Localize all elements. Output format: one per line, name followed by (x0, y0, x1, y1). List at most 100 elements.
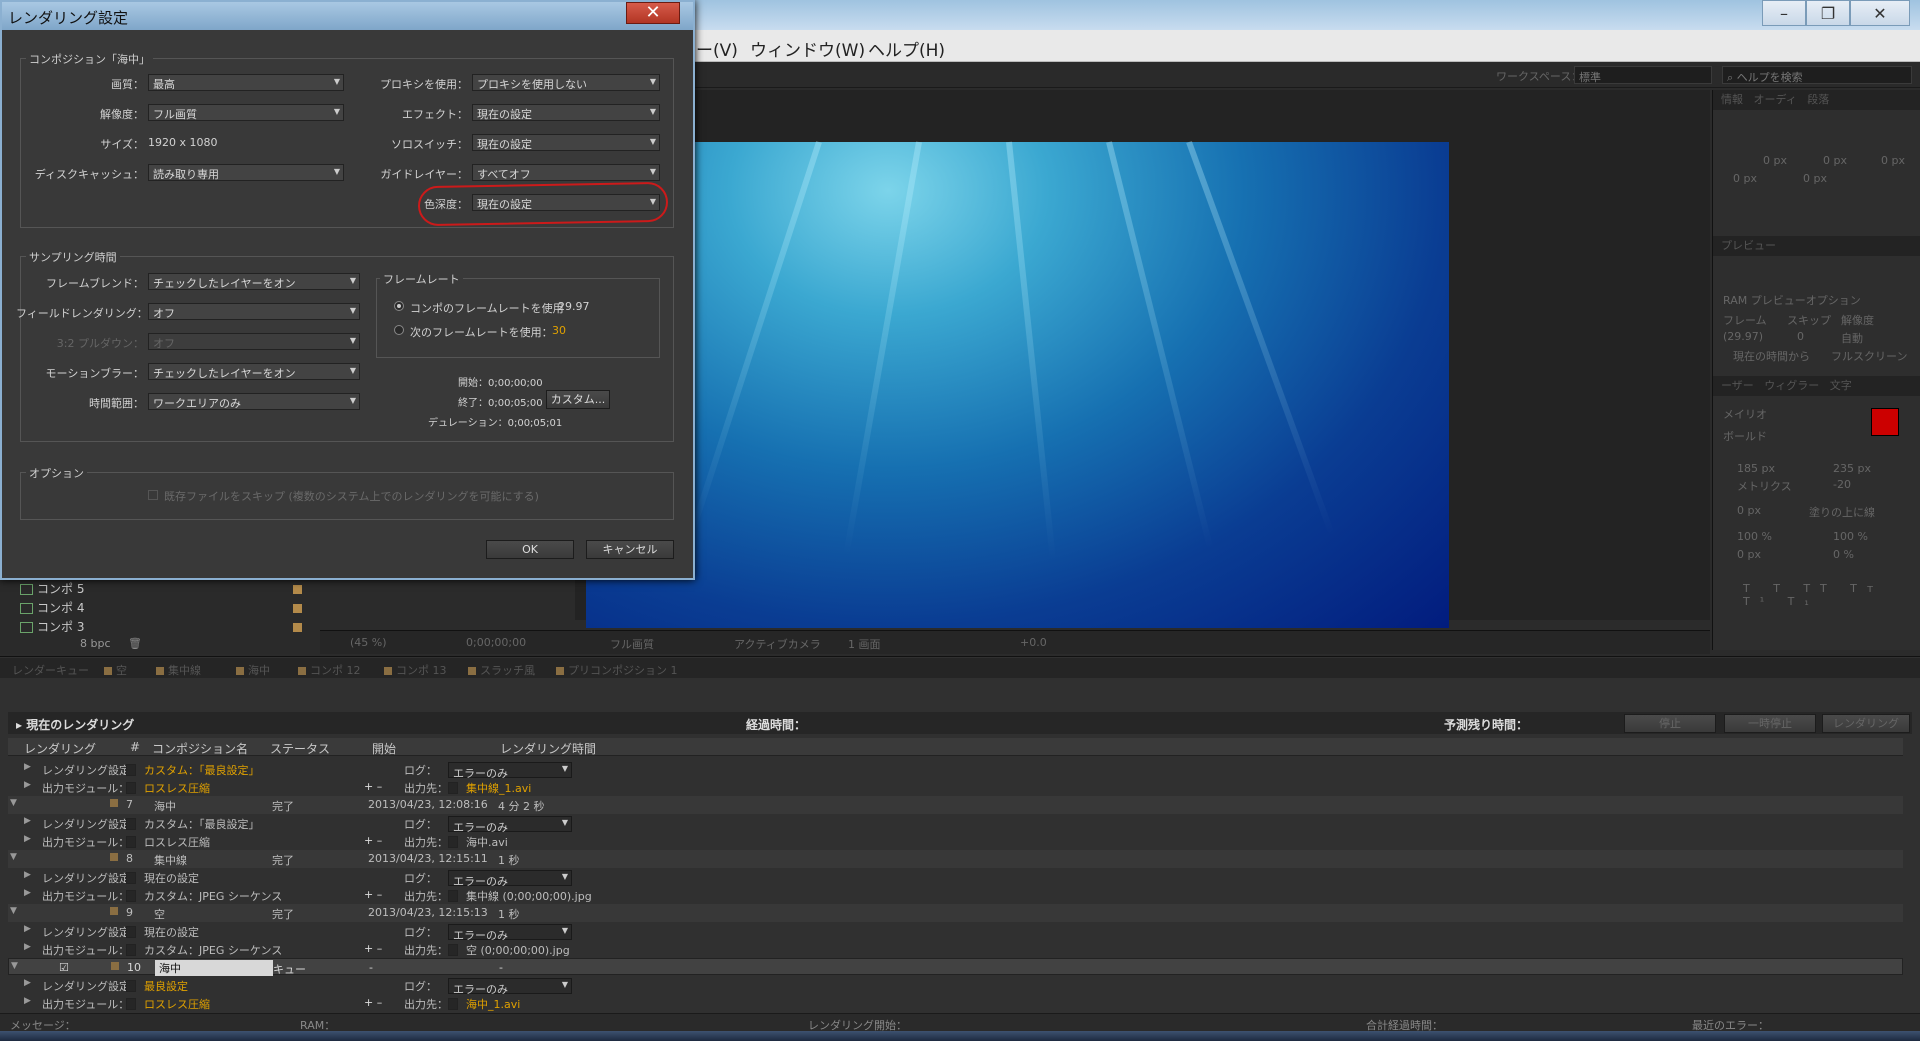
proxy-select[interactable]: プロキシを使用しない ▼ (472, 74, 660, 91)
tab-preview[interactable]: プレビュー (1713, 236, 1920, 256)
tab-comp-lines[interactable]: 集中線 (156, 662, 201, 678)
output-module-row[interactable]: ▶ 出力モジュール： カスタム：JPEG シーケンス + – 出力先： 空 (0;00;0… (8, 940, 1903, 958)
tab-paragraph[interactable]: 段落 (1807, 93, 1829, 106)
current-render-label[interactable]: ▸ 現在のレンダリング (16, 716, 134, 733)
menu-view[interactable]: ー(V) (696, 36, 738, 61)
col-start[interactable]: 開始 (372, 740, 396, 757)
row-value[interactable]: ロスレス圧縮 (144, 996, 210, 1012)
close-window-button[interactable]: ✕ (1850, 0, 1910, 26)
para-space-after[interactable]: 0 px (1803, 172, 1827, 185)
render-setting-row[interactable]: ▶ レンダリング設定： カスタム：「最良設定」 ログ： エラーのみ ▼ (8, 814, 1903, 834)
row-value[interactable]: カスタム：JPEG シーケンス (144, 942, 282, 958)
effect-select[interactable]: 現在の設定 ▼ (472, 104, 660, 121)
preview-from-current[interactable]: 現在の時間から (1733, 348, 1810, 364)
menu-window[interactable]: ウィンドウ(W) (750, 36, 865, 61)
quality-select[interactable]: 最高 ▼ (148, 74, 344, 91)
output-path[interactable]: 集中線 (0;00;00;00).jpg (466, 888, 592, 904)
preview-frame-value[interactable]: (29.97) (1723, 330, 1763, 343)
stroke-width[interactable]: 0 px (1737, 504, 1761, 517)
skip-existing-checkbox[interactable] (148, 490, 158, 500)
font-size[interactable]: 185 px (1737, 462, 1775, 475)
expand-triangle-icon[interactable]: ▶ (24, 942, 31, 952)
add-output-icon[interactable]: + – (364, 780, 382, 793)
exposure-value[interactable]: +0.0 (1020, 636, 1047, 649)
resolution-select[interactable]: フル画質 (610, 636, 654, 652)
text-format-icons[interactable]: T T TT Tт T¹ T₁ (1743, 582, 1920, 608)
tab-comp-underwater[interactable]: 海中 (236, 662, 270, 678)
expand-triangle-icon[interactable]: ▶ (24, 978, 31, 988)
expand-triangle-icon[interactable]: ▶ (24, 924, 31, 934)
expand-triangle-icon[interactable]: ▶ (24, 834, 31, 844)
tab-comp-scratch[interactable]: スラッチ風 (468, 662, 535, 678)
expand-triangle-icon[interactable]: ▶ (24, 996, 31, 1006)
render-item-row[interactable]: ▼ 7 海中 完了 2013/04/23, 12:08:16 4 分 2 秒 (8, 796, 1903, 814)
col-render[interactable]: レンダリング (24, 740, 96, 757)
output-module-row[interactable]: ▶ 出力モジュール： カスタム：JPEG シーケンス + – 出力先： 集中線 (0;00… (8, 886, 1903, 904)
render-item-row[interactable]: ▼ ☑ 10 海中 キュー - - (8, 958, 1903, 976)
vertical-scale[interactable]: 100 % (1737, 530, 1772, 543)
motion-blur-select[interactable]: チェックしたレイヤーをオン ▼ (148, 363, 360, 380)
item-comp-name[interactable]: 空 (154, 906, 165, 922)
font-name[interactable]: メイリオ (1723, 406, 1767, 422)
skip-existing-label[interactable]: 既存ファイルをスキップ (複数のシステム上でのレンダリングを可能にする) (164, 488, 539, 504)
leading[interactable]: 235 px (1833, 462, 1871, 475)
add-output-icon[interactable]: + – (364, 942, 382, 955)
preview-fullscreen[interactable]: フルスクリーン (1831, 348, 1907, 364)
render-checkbox[interactable]: ☑ (59, 961, 69, 974)
time-range-select[interactable]: ワークエリアのみ ▼ (148, 393, 360, 410)
kerning[interactable]: メトリクス (1737, 478, 1792, 494)
rate-value[interactable]: 30 (552, 324, 566, 337)
render-setting-row[interactable]: ▶ レンダリング設定： 最良設定 ログ： エラーのみ ▼ (8, 976, 1903, 996)
expand-triangle-icon[interactable]: ▶ (24, 762, 31, 772)
trash-icon[interactable]: 🗑 (128, 637, 142, 650)
minimize-button[interactable]: – (1762, 0, 1806, 26)
field-render-select[interactable]: オフ ▼ (148, 303, 360, 320)
row-value[interactable]: カスタム：「最良設定」 (144, 762, 260, 778)
add-output-icon[interactable]: + – (364, 834, 382, 847)
row-value[interactable]: カスタム：「最良設定」 (144, 816, 260, 832)
tab-wiggler[interactable]: ウィグラー (1764, 379, 1819, 392)
tab-comp-13[interactable]: コンポ 13 (384, 662, 447, 678)
tab-comp-12[interactable]: コンポ 12 (298, 662, 361, 678)
tab-precomp-1[interactable]: プリコンポジション 1 (556, 662, 678, 678)
render-setting-row[interactable]: ▶ レンダリング設定： 現在の設定 ログ： エラーのみ ▼ (8, 868, 1903, 888)
col-status[interactable]: ステータス (270, 740, 330, 757)
output-module-row[interactable]: ▶ 出力モジュール： ロスレス圧縮 + – 出力先： 集中線_1.avi (8, 778, 1903, 796)
bpc-button[interactable]: 8 bpc (80, 637, 111, 650)
add-output-icon[interactable]: + – (364, 888, 382, 901)
project-item[interactable]: コンポ 4 (0, 599, 320, 618)
row-value[interactable]: ロスレス圧縮 (144, 834, 210, 850)
tab-comp-sky[interactable]: 空 (104, 662, 127, 678)
render-item-row[interactable]: ▼ 9 空 完了 2013/04/23, 12:15:13 1 秒 (8, 904, 1903, 922)
para-indent-right[interactable]: 0 px (1823, 154, 1847, 167)
add-output-icon[interactable]: + – (364, 996, 382, 1009)
stroke-mode[interactable]: 塗りの上に線 (1809, 504, 1875, 520)
output-path[interactable]: 集中線_1.avi (466, 780, 531, 796)
camera-select[interactable]: アクティブカメラ (734, 636, 821, 652)
collapse-triangle-icon[interactable]: ▼ (10, 798, 17, 808)
fill-color-swatch[interactable] (1871, 408, 1899, 436)
timecode-display[interactable]: 0;00;00;00 (466, 636, 526, 649)
zoom-select[interactable]: (45 %) (350, 636, 387, 649)
log-select[interactable]: エラーのみ ▼ (448, 924, 572, 942)
resolution-select[interactable]: フル画質 ▼ (148, 104, 344, 121)
render-item-row[interactable]: ▼ 8 集中線 完了 2013/04/23, 12:15:11 1 秒 (8, 850, 1903, 868)
log-select[interactable]: エラーのみ ▼ (448, 978, 572, 996)
log-select[interactable]: エラーのみ ▼ (448, 816, 572, 834)
preview-skip-value[interactable]: 0 (1797, 330, 1804, 343)
tab-tracker[interactable]: ーザー (1721, 379, 1754, 392)
project-item[interactable]: コンポ 5 (0, 580, 320, 599)
tsume[interactable]: 0 % (1833, 548, 1854, 561)
ram-preview-options[interactable]: RAM プレビューオプション (1723, 292, 1861, 308)
output-path[interactable]: 海中.avi (466, 834, 508, 850)
col-number[interactable]: # (130, 740, 140, 754)
tracking[interactable]: -20 (1833, 478, 1851, 491)
use-comp-rate-label[interactable]: コンポのフレームレートを使用 (410, 300, 564, 316)
item-comp-name[interactable]: 集中線 (154, 852, 187, 868)
output-path[interactable]: 海中_1.avi (466, 996, 520, 1012)
tab-character[interactable]: 文字 (1830, 379, 1852, 392)
output-module-row[interactable]: ▶ 出力モジュール： ロスレス圧縮 + – 出力先： 海中.avi (8, 832, 1903, 850)
preview-resolution-value[interactable]: 自動 (1841, 330, 1863, 346)
render-setting-row[interactable]: ▶ レンダリング設定： 現在の設定 ログ： エラーのみ ▼ (8, 922, 1903, 942)
collapse-triangle-icon[interactable]: ▼ (11, 961, 18, 971)
